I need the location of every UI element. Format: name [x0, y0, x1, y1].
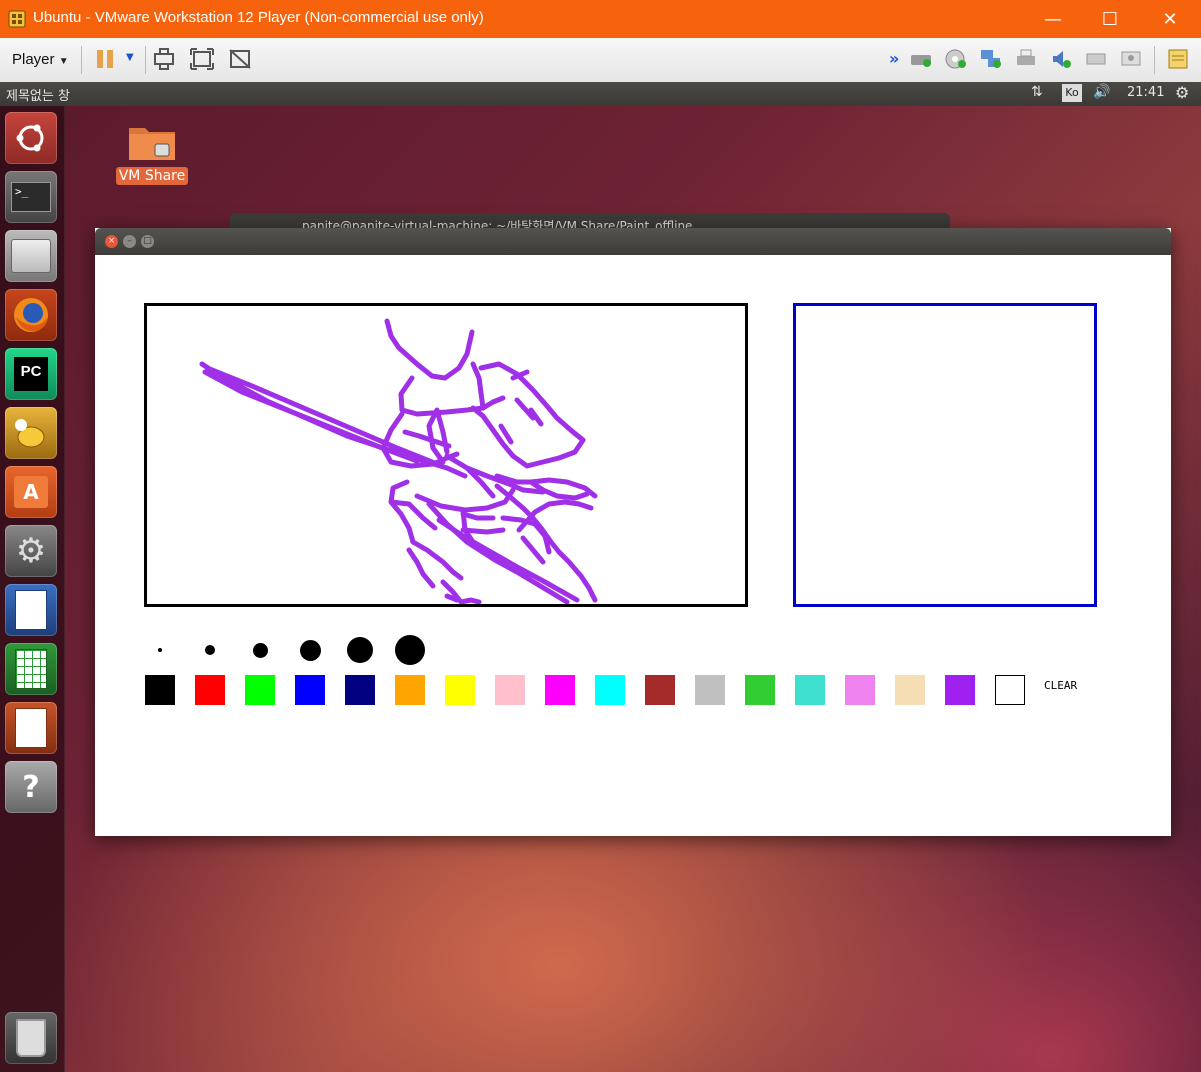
- close-button[interactable]: ✕: [1147, 6, 1193, 32]
- brush-size-row: [95, 628, 495, 668]
- impress-icon[interactable]: [5, 702, 57, 754]
- close-window-button[interactable]: ×: [105, 235, 118, 248]
- color-swatch[interactable]: [345, 675, 375, 705]
- sound-card-icon[interactable]: [1049, 48, 1073, 70]
- color-swatch[interactable]: [545, 675, 575, 705]
- folder-label: VM Share: [116, 167, 188, 185]
- color-swatch[interactable]: [745, 675, 775, 705]
- brush-size-6[interactable]: [395, 635, 425, 665]
- folder-icon: [129, 128, 175, 160]
- player-menu-label: Player: [12, 51, 55, 68]
- divider: [81, 46, 82, 74]
- send-ctrl-alt-del-icon[interactable]: [152, 48, 176, 70]
- software-center-icon[interactable]: A: [5, 466, 57, 518]
- minimize-button[interactable]: —: [1030, 6, 1076, 32]
- preview-canvas[interactable]: [793, 303, 1097, 607]
- color-swatch[interactable]: [395, 675, 425, 705]
- system-settings-icon[interactable]: ⚙: [5, 525, 57, 577]
- stroke: [388, 479, 438, 545]
- full-screen-icon[interactable]: [190, 48, 214, 70]
- color-swatch[interactable]: [995, 675, 1025, 705]
- firefox-icon[interactable]: [5, 289, 57, 341]
- color-palette: [95, 228, 96, 229]
- color-swatch[interactable]: [195, 675, 225, 705]
- stroke: [440, 579, 482, 605]
- desktop-folder-vm-share[interactable]: VM Share: [116, 120, 188, 185]
- app-titlebar: × – □: [95, 228, 1171, 255]
- session-gear-icon[interactable]: ⚙: [1175, 83, 1189, 102]
- display-icon[interactable]: [1119, 48, 1143, 70]
- trash-icon[interactable]: [5, 1012, 57, 1064]
- clear-button[interactable]: CLEAR: [1044, 679, 1077, 692]
- color-swatch[interactable]: [945, 675, 975, 705]
- color-swatch[interactable]: [495, 675, 525, 705]
- stroke: [199, 361, 468, 479]
- calc-icon[interactable]: [5, 643, 57, 695]
- hard-disk-icon[interactable]: [909, 48, 933, 70]
- color-swatch[interactable]: [695, 675, 725, 705]
- drawing-strokes: [199, 318, 598, 605]
- divider: [145, 46, 146, 74]
- maximize-window-button[interactable]: □: [141, 235, 154, 248]
- color-swatch[interactable]: [895, 675, 925, 705]
- brush-size-1[interactable]: [158, 648, 162, 652]
- stroke: [384, 318, 475, 381]
- color-swatch[interactable]: [295, 675, 325, 705]
- unity-mode-icon[interactable]: [228, 48, 252, 70]
- drawing-canvas[interactable]: [144, 303, 748, 607]
- message-log-icon[interactable]: [1166, 48, 1190, 70]
- pause-icon[interactable]: [95, 48, 119, 70]
- files-icon[interactable]: [5, 230, 57, 282]
- unity-launcher: >_ PC A ⚙ ?: [0, 106, 65, 1072]
- color-swatch[interactable]: [445, 675, 475, 705]
- vmware-toolbar: Player ▼ ▼ »: [0, 38, 1201, 83]
- stroke: [426, 407, 450, 465]
- input-method-indicator[interactable]: Ko: [1062, 84, 1082, 102]
- stroke: [406, 539, 464, 589]
- color-swatch[interactable]: [245, 675, 275, 705]
- maximize-button[interactable]: ☐: [1087, 6, 1133, 32]
- vmware-titlebar: Ubuntu - VMware Workstation 12 Player (N…: [0, 0, 1201, 38]
- clock[interactable]: 21:41: [1127, 85, 1164, 100]
- stroke: [498, 369, 544, 445]
- network-updown-icon[interactable]: ⇅: [1031, 84, 1043, 100]
- stroke: [460, 511, 506, 535]
- vmware-logo-icon: [8, 10, 26, 28]
- ubuntu-top-panel: 제목없는 창 ⇅ Ko 🔊 21:41 ⚙: [0, 82, 1201, 106]
- divider: [1154, 46, 1155, 74]
- printer-icon[interactable]: [1014, 48, 1038, 70]
- color-swatch[interactable]: [845, 675, 875, 705]
- brush-size-5[interactable]: [347, 637, 373, 663]
- network-adapter-icon[interactable]: [979, 48, 1003, 70]
- cd-dvd-icon[interactable]: [944, 48, 968, 70]
- help-icon[interactable]: ?: [5, 761, 57, 813]
- brush-size-3[interactable]: [252, 642, 268, 658]
- active-window-title: 제목없는 창: [6, 89, 70, 104]
- usb-device-icon[interactable]: [1084, 48, 1108, 70]
- color-swatch[interactable]: [645, 675, 675, 705]
- stroke: [480, 395, 506, 411]
- pause-dropdown-icon[interactable]: ▼: [126, 52, 134, 63]
- chevron-down-icon: ▼: [58, 56, 69, 67]
- color-swatch[interactable]: [145, 675, 175, 705]
- stroke: [516, 499, 594, 533]
- color-swatch[interactable]: [795, 675, 825, 705]
- brush-size-2[interactable]: [205, 645, 215, 655]
- volume-icon[interactable]: 🔊: [1093, 84, 1110, 100]
- vmware-window-title: Ubuntu - VMware Workstation 12 Player (N…: [33, 9, 484, 26]
- minimize-window-button[interactable]: –: [123, 235, 136, 248]
- writer-icon[interactable]: [5, 584, 57, 636]
- player-menu[interactable]: Player ▼: [12, 51, 69, 68]
- terminal-icon[interactable]: >_: [5, 171, 57, 223]
- paint-app-window: × – □ CLEAR: [95, 228, 1171, 836]
- brush-size-4[interactable]: [299, 639, 321, 661]
- ubuntu-dash-icon[interactable]: [5, 112, 57, 164]
- teapot-icon[interactable]: [5, 407, 57, 459]
- more-devices-icon[interactable]: »: [889, 49, 899, 68]
- pycharm-icon[interactable]: PC: [5, 348, 57, 400]
- color-swatch[interactable]: [595, 675, 625, 705]
- stroke: [398, 361, 486, 417]
